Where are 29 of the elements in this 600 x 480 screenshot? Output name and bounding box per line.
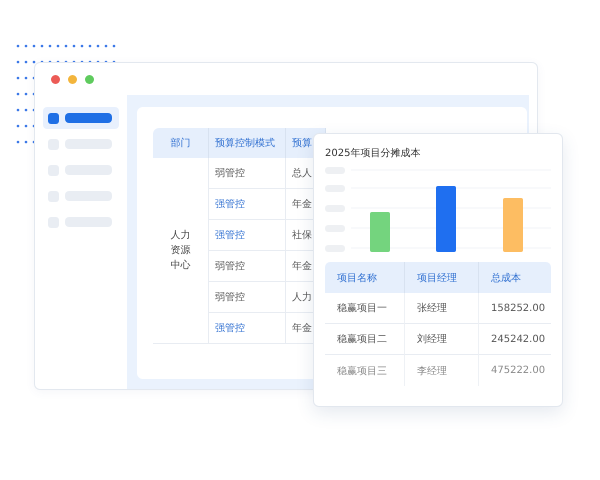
table-cell: 弱管控 — [209, 158, 286, 189]
table-cell: 弱管控 — [209, 251, 286, 282]
chart-bar — [370, 212, 390, 252]
card-title: 2025年项目分摊成本 — [325, 146, 422, 161]
close-light-icon[interactable] — [51, 74, 60, 84]
table-cell: 张经理 — [405, 293, 479, 324]
table-cell-text: 475222.00 — [490, 364, 546, 378]
sidebar-item[interactable] — [43, 107, 119, 129]
table-cell: 245242.00 — [479, 324, 551, 355]
column-header: 预算控制模式 — [209, 128, 286, 158]
table-cell: 强管控 — [209, 313, 286, 344]
column-header: 项目名称 — [325, 262, 405, 293]
table-cell: 稳赢项目一 — [325, 293, 405, 324]
table-cell: 刘经理 — [405, 324, 479, 355]
column-header: 部门 — [153, 128, 209, 158]
table-cell: 稳赢项目二 — [325, 324, 405, 355]
column-header: 总成本 — [479, 262, 551, 293]
table-cell: 强管控 — [209, 189, 286, 220]
chart-bar — [503, 198, 523, 252]
table-cell: 稳赢项目三 — [325, 355, 405, 386]
department-text: 人力资源中心 — [170, 228, 190, 273]
chart-bar — [436, 186, 456, 252]
table-cell: 李经理 — [405, 355, 479, 386]
table-cell: 强管控 — [209, 220, 286, 251]
table-cell: 弱管控 — [209, 282, 286, 313]
maximize-light-icon[interactable] — [85, 74, 94, 84]
column-header: 项目经理 — [405, 262, 479, 293]
minimize-light-icon[interactable] — [68, 74, 77, 84]
table-cell: 158252.00 — [479, 293, 551, 324]
